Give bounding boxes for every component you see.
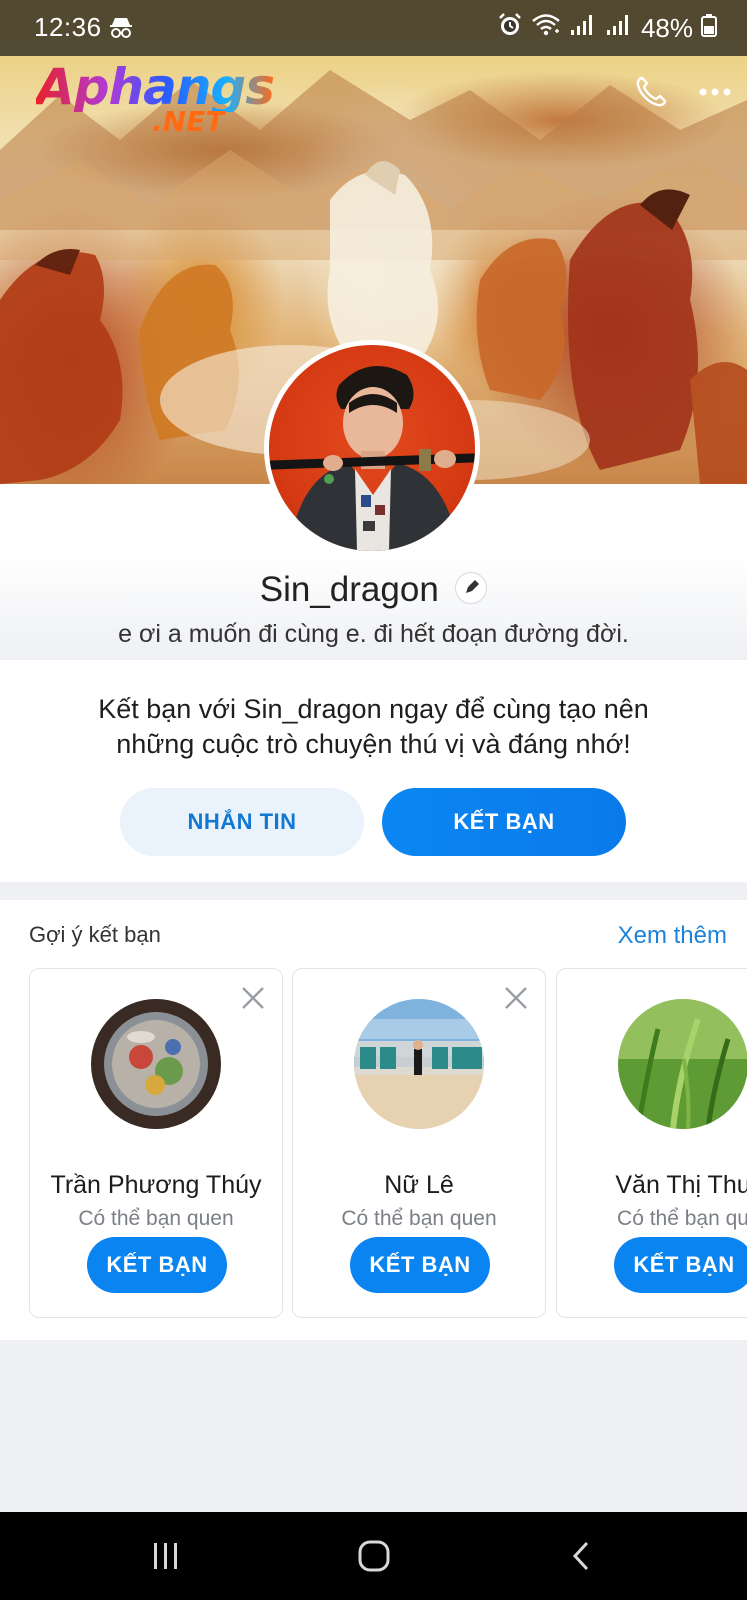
profile-status: e ơi a muốn đi cùng e. đi hết đoạn đường… xyxy=(118,620,629,648)
suggestion-avatar xyxy=(91,999,221,1129)
friend-suggestions: Gợi ý kết bạn Xem thêm Trần Phương Thúy … xyxy=(0,900,747,1340)
signal-icon xyxy=(605,12,633,45)
prompt-line-1: Kết bạn với Sin_dragon ngay để cùng tạo … xyxy=(98,694,649,724)
status-time: 12:36 xyxy=(34,12,102,42)
status-bar: 12:36 48% xyxy=(0,0,747,56)
close-icon[interactable] xyxy=(501,983,531,1013)
prompt-text: Kết bạn với Sin_dragon ngay để cùng tạo … xyxy=(40,692,707,762)
wifi-icon xyxy=(531,12,561,45)
watermark-logo: Aphangs .NET xyxy=(36,62,275,136)
close-icon[interactable] xyxy=(238,983,268,1013)
empty-area xyxy=(0,1340,747,1512)
profile-avatar[interactable] xyxy=(264,340,480,556)
battery-icon xyxy=(701,12,717,45)
system-nav-bar xyxy=(0,1512,747,1600)
back-icon[interactable] xyxy=(552,1532,612,1580)
suggestion-name: Văn Thị Thu xyxy=(615,1171,747,1199)
suggestion-name: Nữ Lê xyxy=(384,1171,454,1199)
edit-name-button[interactable] xyxy=(455,572,488,604)
home-icon[interactable] xyxy=(344,1532,404,1580)
add-friend-prompt: Kết bạn với Sin_dragon ngay để cùng tạo … xyxy=(0,660,747,882)
suggestion-card[interactable]: Văn Thị Thu Có thể bạn qu KẾT BẠN xyxy=(556,968,747,1318)
suggestion-add-button[interactable]: KẾT BẠN xyxy=(87,1237,227,1293)
suggestion-add-button[interactable]: KẾT BẠN xyxy=(614,1237,747,1293)
signal-icon xyxy=(569,12,597,45)
add-friend-button[interactable]: KẾT BẠN xyxy=(382,788,626,856)
message-button[interactable]: NHẮN TIN xyxy=(120,788,364,856)
suggestion-avatar xyxy=(354,999,484,1129)
recents-icon[interactable] xyxy=(136,1532,196,1580)
see-more-link[interactable]: Xem thêm xyxy=(618,922,727,950)
suggestion-add-button[interactable]: KẾT BẠN xyxy=(350,1237,490,1293)
suggestion-subtitle: Có thể bạn qu xyxy=(617,1207,747,1230)
suggestion-subtitle: Có thể bạn quen xyxy=(341,1207,497,1230)
suggestion-avatar xyxy=(618,999,747,1129)
more-icon[interactable] xyxy=(683,66,747,118)
profile-name: Sin_dragon xyxy=(259,570,439,609)
alarm-icon xyxy=(497,12,523,45)
suggestion-card[interactable]: Nữ Lê Có thể bạn quen KẾT BẠN xyxy=(292,968,546,1318)
suggestions-title: Gợi ý kết bạn xyxy=(29,922,161,947)
phone-icon[interactable] xyxy=(619,66,683,118)
suggestion-subtitle: Có thể bạn quen xyxy=(78,1207,234,1230)
prompt-line-2: những cuộc trò chuyện thú vị và đáng nhớ… xyxy=(116,729,631,759)
profile-name-row: Sin_dragon xyxy=(0,570,747,610)
battery-text: 48% xyxy=(640,13,693,43)
pencil-icon xyxy=(466,580,480,593)
suggestion-name: Trần Phương Thúy xyxy=(50,1171,262,1199)
header-actions xyxy=(619,66,747,118)
incognito-icon xyxy=(108,14,134,45)
suggestion-card[interactable]: Trần Phương Thúy Có thể bạn quen KẾT BẠN xyxy=(29,968,283,1318)
